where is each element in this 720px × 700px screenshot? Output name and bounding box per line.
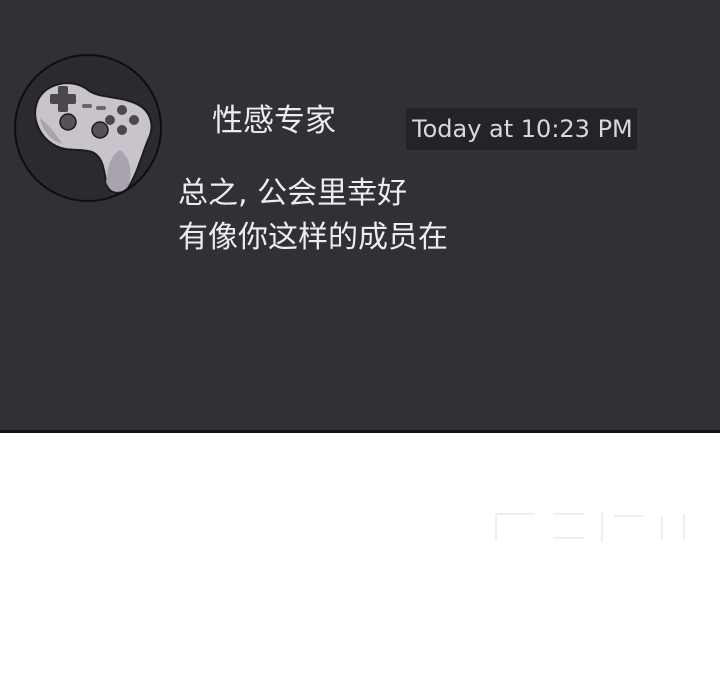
message-line: 总之, 公会里幸好: [178, 176, 408, 211]
timestamp: Today at 10:23 PM: [406, 108, 637, 150]
message-text: 总之, 公会里幸好 有像你这样的成员在: [178, 172, 448, 260]
chat-message-panel: 性感专家 Today at 10:23 PM 总之, 公会里幸好 有像你这样的成…: [0, 0, 720, 433]
message-line: 有像你这样的成员在: [178, 220, 448, 255]
avatar[interactable]: [14, 54, 162, 202]
watermark-icon: [495, 512, 685, 542]
gamepad-icon: [34, 82, 153, 194]
username[interactable]: 性感专家: [212, 106, 336, 137]
